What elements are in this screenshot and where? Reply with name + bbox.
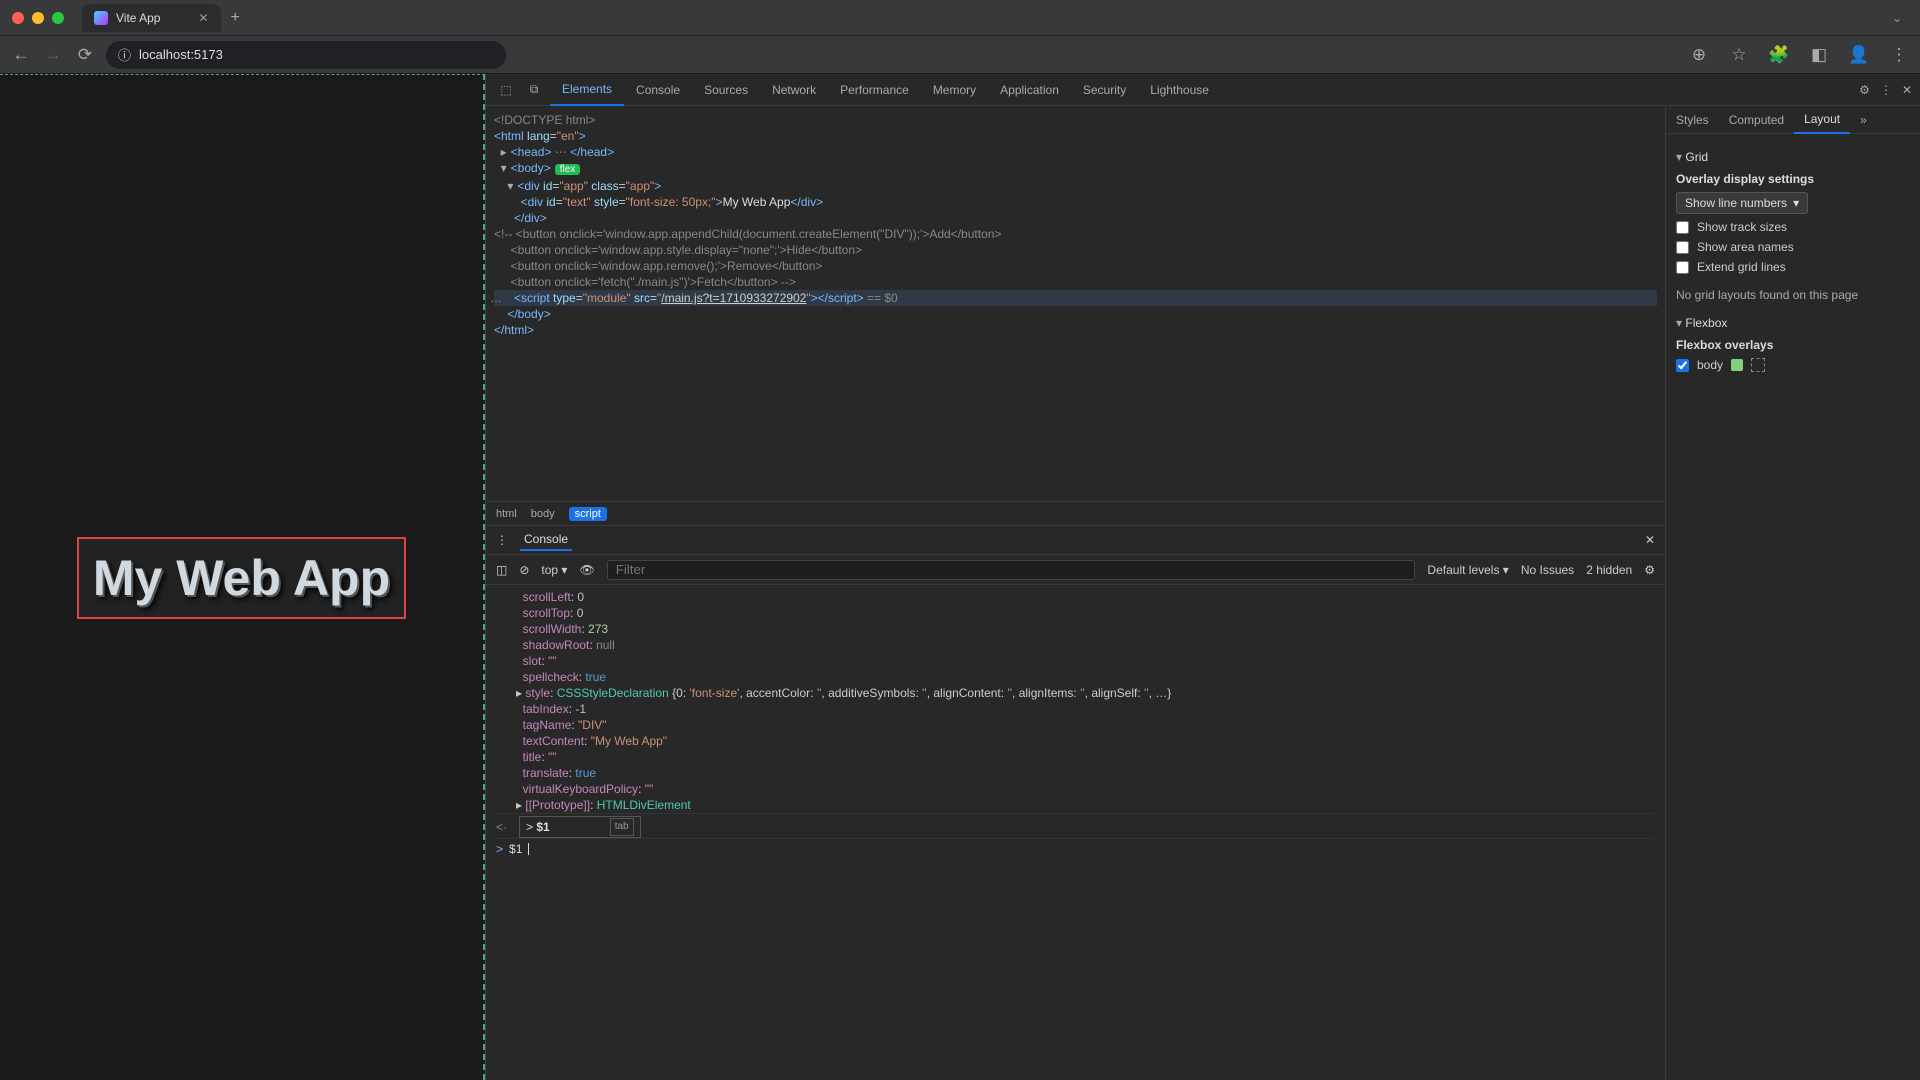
console-drawer-tab[interactable]: Console — [520, 529, 572, 551]
inspect-icon[interactable]: ⬚ — [494, 83, 518, 97]
settings-icon[interactable]: ⚙ — [1859, 83, 1870, 97]
body-flex-overlay-checkbox[interactable]: body — [1676, 358, 1910, 372]
more-icon[interactable]: ⋮ — [1880, 83, 1892, 97]
side-tab-layout[interactable]: Layout — [1794, 106, 1850, 134]
reload-button[interactable]: ⟳ — [74, 44, 96, 66]
live-expression-icon[interactable]: 👁 — [579, 563, 594, 577]
tab-console[interactable]: Console — [624, 74, 692, 106]
close-drawer-icon[interactable]: ✕ — [1645, 533, 1655, 547]
search-icon[interactable]: ⊕ — [1688, 44, 1710, 66]
url-text: localhost:5173 — [139, 47, 223, 62]
close-window-icon[interactable] — [12, 12, 24, 24]
rendered-page: My Web App — [0, 74, 485, 1080]
hidden-count[interactable]: 2 hidden — [1586, 563, 1632, 577]
device-toggle-icon[interactable]: ⧉ — [522, 82, 546, 97]
address-bar: ← → ⟳ ⓘ localhost:5173 ⊕ ☆ 🧩 ◧ 👤 ⋮ — [0, 36, 1920, 74]
sidepanel-icon[interactable]: ◧ — [1808, 44, 1830, 66]
hero-text: My Web App — [93, 549, 390, 607]
overlay-settings-header: Overlay display settings — [1676, 172, 1910, 186]
log-levels-selector[interactable]: Default levels ▾ — [1427, 563, 1508, 577]
tab-security[interactable]: Security — [1071, 74, 1138, 106]
grid-section-header[interactable]: Grid — [1676, 150, 1910, 164]
track-sizes-checkbox[interactable]: Show track sizes — [1676, 220, 1910, 234]
back-button[interactable]: ← — [10, 44, 32, 66]
selected-dom-node[interactable]: <script type="module" src="/main.js?t=17… — [494, 290, 1657, 306]
console-filter-input[interactable] — [607, 560, 1416, 580]
console-drawer-header: ⋮ Console ✕ — [486, 525, 1665, 555]
console-settings-icon[interactable]: ⚙ — [1644, 563, 1655, 577]
console-return: <· > $1 tab — [496, 813, 1655, 838]
profile-icon[interactable]: 👤 — [1848, 44, 1870, 66]
console-toolbar: ◫ ⊘ top ▾ 👁 Default levels ▾ No Issues 2… — [486, 555, 1665, 585]
crumb-html[interactable]: html — [496, 508, 517, 520]
tab-sources[interactable]: Sources — [692, 74, 760, 106]
forward-button[interactable]: → — [42, 44, 64, 66]
autocomplete-popup[interactable]: > $1 tab — [519, 816, 641, 838]
tab-application[interactable]: Application — [988, 74, 1071, 106]
maximize-window-icon[interactable] — [52, 12, 64, 24]
tab-performance[interactable]: Performance — [828, 74, 921, 106]
color-swatch-icon[interactable] — [1731, 359, 1743, 371]
console-input[interactable]: $1 — [509, 841, 522, 857]
traffic-lights — [12, 12, 64, 24]
console-input-line[interactable]: > $1 — [496, 838, 1655, 857]
side-tab-styles[interactable]: Styles — [1666, 106, 1719, 134]
tab-title: Vite App — [116, 11, 160, 25]
tab-network[interactable]: Network — [760, 74, 828, 106]
context-selector[interactable]: top ▾ — [541, 563, 567, 577]
url-field[interactable]: ⓘ localhost:5173 — [106, 41, 506, 69]
hero-container: My Web App — [77, 537, 406, 619]
new-tab-button[interactable]: + — [231, 9, 240, 27]
crumb-body[interactable]: body — [531, 508, 555, 520]
area-names-checkbox[interactable]: Show area names — [1676, 240, 1910, 254]
site-info-icon[interactable]: ⓘ — [118, 45, 131, 64]
crumb-script[interactable]: script — [569, 507, 607, 521]
menu-icon[interactable]: ⋮ — [1888, 44, 1910, 66]
tab-lighthouse[interactable]: Lighthouse — [1138, 74, 1221, 106]
flexbox-section-header[interactable]: Flexbox — [1676, 316, 1910, 330]
close-tab-icon[interactable]: ✕ — [198, 11, 208, 25]
breadcrumb[interactable]: html body script — [486, 501, 1665, 525]
sidebar-toggle-icon[interactable]: ◫ — [496, 563, 507, 577]
close-devtools-icon[interactable]: ✕ — [1902, 83, 1912, 97]
clear-console-icon[interactable]: ⊘ — [519, 563, 529, 577]
minimize-window-icon[interactable] — [32, 12, 44, 24]
side-tab-computed[interactable]: Computed — [1719, 106, 1794, 134]
dashed-box-icon[interactable] — [1751, 358, 1765, 372]
tab-overflow-icon[interactable]: ⌄ — [1892, 11, 1902, 25]
devtools-tabbar: ⬚ ⧉ Elements Console Sources Network Per… — [486, 74, 1920, 106]
flex-overlays-header: Flexbox overlays — [1676, 338, 1910, 352]
no-grid-message: No grid layouts found on this page — [1676, 288, 1910, 302]
dom-tree[interactable]: <!DOCTYPE html> <html lang="en"> ▸<head>… — [486, 106, 1665, 501]
bookmark-icon[interactable]: ☆ — [1728, 44, 1750, 66]
browser-tab[interactable]: Vite App ✕ — [82, 4, 221, 32]
line-numbers-select[interactable]: Show line numbers ▾ — [1676, 192, 1808, 214]
side-tab-more-icon[interactable]: » — [1850, 106, 1877, 134]
console-output[interactable]: scrollLeft: 0 scrollTop: 0 scrollWidth: … — [486, 585, 1665, 1080]
devtools-panel: ⬚ ⧉ Elements Console Sources Network Per… — [485, 74, 1920, 1080]
issues-label[interactable]: No Issues — [1521, 563, 1574, 577]
extensions-icon[interactable]: 🧩 — [1768, 44, 1790, 66]
tab-memory[interactable]: Memory — [921, 74, 988, 106]
window-titlebar: Vite App ✕ + ⌄ — [0, 0, 1920, 36]
extend-lines-checkbox[interactable]: Extend grid lines — [1676, 260, 1910, 274]
favicon-icon — [94, 11, 108, 25]
drawer-menu-icon[interactable]: ⋮ — [496, 533, 508, 547]
styles-sidebar: Styles Computed Layout » Grid Overlay di… — [1665, 106, 1920, 1080]
tab-elements[interactable]: Elements — [550, 74, 624, 106]
